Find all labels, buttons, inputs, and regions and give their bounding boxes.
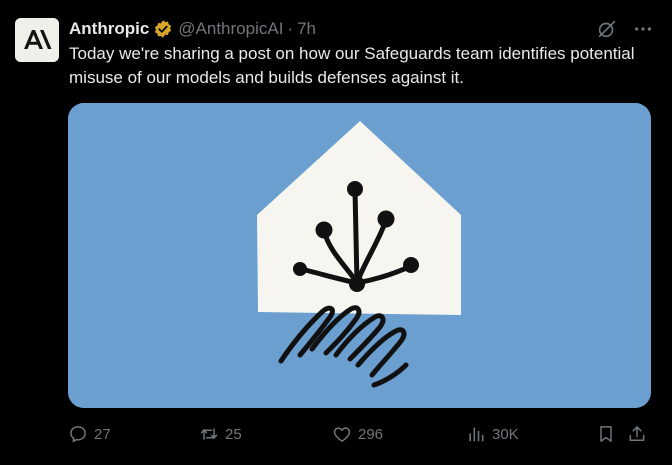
reply-button[interactable]: 27 (68, 423, 111, 445)
views-button[interactable]: 30K (466, 423, 519, 445)
like-count: 296 (358, 425, 384, 443)
heart-icon (333, 427, 351, 442)
like-button[interactable]: 296 (332, 423, 383, 445)
author-handle[interactable]: @AnthropicAI (178, 19, 283, 39)
repost-count: 25 (225, 425, 242, 443)
safeguards-illustration (68, 103, 651, 408)
views-count: 30K (492, 425, 519, 443)
share-icon (629, 426, 645, 441)
more-options-icon[interactable] (632, 18, 654, 40)
tweet-timestamp[interactable]: 7h (297, 19, 316, 39)
bookmark-icon (600, 426, 612, 442)
tweet-header: Anthropic @AnthropicAI · 7h (69, 18, 316, 40)
verified-badge-icon[interactable] (153, 19, 173, 39)
tweet-text: Today we're sharing a post on how our Sa… (69, 44, 635, 87)
share-button[interactable] (627, 423, 647, 445)
reply-count: 27 (94, 425, 111, 443)
views-chart-icon (469, 427, 484, 442)
anthropic-logo-icon (15, 18, 59, 62)
repost-button[interactable]: 25 (199, 423, 242, 445)
author-name[interactable]: Anthropic (69, 19, 149, 39)
avatar[interactable] (15, 18, 59, 62)
tweet-actions-bar: 27 25 296 30K (68, 423, 651, 445)
reply-icon (70, 426, 86, 443)
separator-dot: · (287, 19, 294, 38)
bookmark-button[interactable] (596, 423, 616, 445)
grok-icon[interactable] (596, 18, 618, 40)
tweet: Anthropic @AnthropicAI · 7h Today we're (0, 0, 672, 465)
tweet-media-image[interactable] (68, 103, 651, 408)
top-actions (596, 18, 654, 40)
repost-icon (200, 428, 218, 440)
